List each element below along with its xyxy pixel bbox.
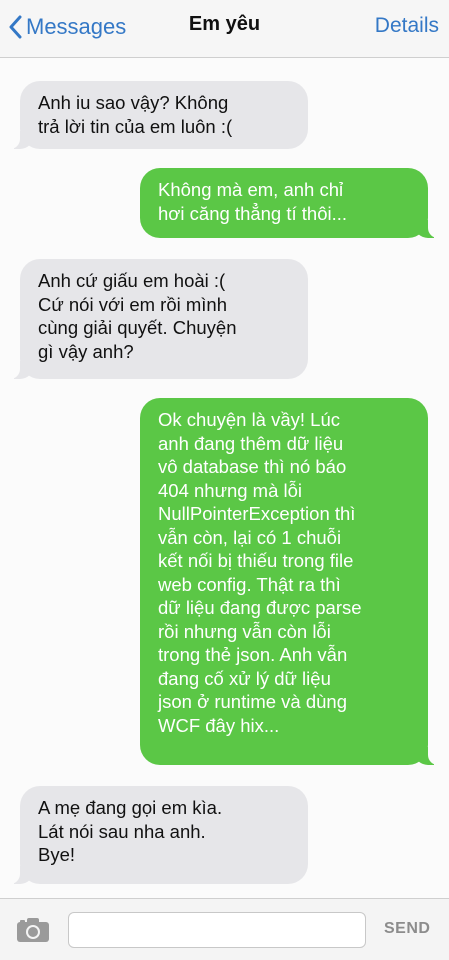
message-bubble-outgoing: Ok chuyện là vầy! Lúc anh đang thêm dữ l…: [140, 398, 440, 765]
back-button[interactable]: Messages: [8, 10, 126, 44]
chevron-left-icon: [9, 15, 22, 39]
details-button[interactable]: Details: [375, 14, 439, 38]
message-bubble-incoming: Anh cứ giấu em hoài :( Cứ nói với em rồi…: [8, 259, 308, 379]
camera-icon[interactable]: [16, 917, 50, 948]
message-bubble-incoming: A mẹ đang gọi em kìa. Lát nói sau nha an…: [8, 786, 308, 884]
message-bubble-outgoing: Không mà em, anh chỉ hơi căng thẳng tí t…: [140, 168, 440, 238]
back-label: Messages: [26, 14, 127, 39]
message-bubble-incoming: Anh iu sao vậy? Không trả lời tin của em…: [8, 81, 308, 149]
send-button[interactable]: SEND: [384, 920, 430, 938]
message-input[interactable]: [68, 912, 366, 948]
navigation-bar: Messages Em yêu Details: [0, 0, 449, 58]
message-composer: SEND: [0, 898, 449, 960]
message-thread: Anh iu sao vậy? Không trả lời tin của em…: [0, 58, 449, 898]
